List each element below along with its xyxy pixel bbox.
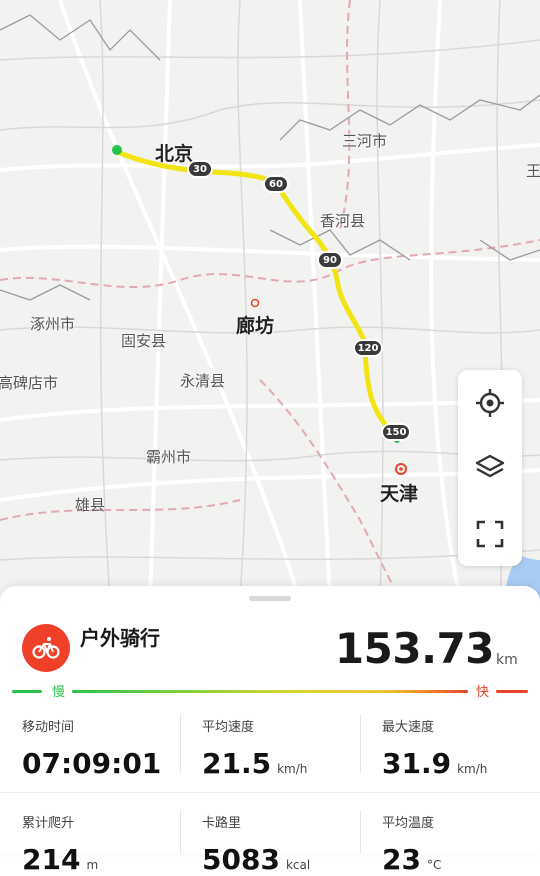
km-marker: 120 xyxy=(353,339,383,357)
stat-value: 5083 xyxy=(202,843,280,876)
city-label: 王 xyxy=(526,162,540,180)
city-label: 永清县 xyxy=(180,372,226,390)
km-marker: 90 xyxy=(317,251,343,269)
km-marker: 150 xyxy=(381,423,411,441)
divider xyxy=(180,810,181,854)
km-marker: 30 xyxy=(187,160,213,178)
fast-label: 快 xyxy=(476,685,490,700)
activity-summary-sheet: 户外骑行 153.73 km 慢 快 移动时间 07:09:01 平均速度 21… xyxy=(0,586,540,876)
stat-label: 移动时间 xyxy=(22,720,75,735)
speed-legend: 慢 快 xyxy=(12,682,528,700)
divider xyxy=(360,810,361,854)
city-label: 天津 xyxy=(380,483,419,505)
stat-max-speed: 最大速度 31.9 km/h xyxy=(382,716,540,780)
stat-unit: km/h xyxy=(277,762,308,776)
fullscreen-icon[interactable] xyxy=(470,514,510,554)
stat-label: 累计爬升 xyxy=(22,816,75,831)
distance-unit: km xyxy=(496,652,518,668)
stat-label: 平均速度 xyxy=(202,720,255,735)
layers-icon[interactable] xyxy=(470,448,510,488)
stat-label: 平均温度 xyxy=(382,816,435,831)
stat-calories: 卡路里 5083 kcal xyxy=(202,812,382,876)
stat-value: 23 xyxy=(382,843,421,876)
city-label: 雄县 xyxy=(75,496,106,514)
stat-unit: km/h xyxy=(457,762,488,776)
city-label: 香河县 xyxy=(320,212,366,230)
activity-type: 户外骑行 xyxy=(80,626,160,650)
total-distance: 153.73 xyxy=(334,624,495,673)
locate-icon[interactable] xyxy=(470,383,510,423)
stat-value: 31.9 xyxy=(382,747,452,780)
stat-value: 21.5 xyxy=(202,747,272,780)
city-label: 涿州市 xyxy=(30,315,76,333)
slow-label: 慢 xyxy=(52,685,66,700)
stat-label: 卡路里 xyxy=(202,816,242,831)
stat-avg-temperature: 平均温度 23 °C xyxy=(382,812,540,876)
stat-unit: °C xyxy=(426,858,442,872)
stat-label: 最大速度 xyxy=(382,720,435,735)
divider xyxy=(360,714,361,772)
stat-unit: m xyxy=(86,858,99,872)
city-label: 固安县 xyxy=(121,332,167,350)
stat-elevation-gain: 累计爬升 214 m xyxy=(22,812,202,876)
city-label: 高碑店市 xyxy=(0,374,59,392)
stat-value: 07:09:01 xyxy=(22,747,162,780)
map-controls xyxy=(458,370,522,566)
divider xyxy=(0,792,540,793)
stat-moving-time: 移动时间 07:09:01 xyxy=(22,716,202,780)
divider xyxy=(180,714,181,772)
bicycle-icon xyxy=(22,624,70,672)
stat-unit: kcal xyxy=(285,858,311,872)
stat-avg-speed: 平均速度 21.5 km/h xyxy=(202,716,382,780)
city-label: 廊坊 xyxy=(236,315,275,337)
city-label: 霸州市 xyxy=(146,448,192,466)
route-map[interactable]: 北京 三河市 王 香河县 涿州市 固安县 廊坊 高碑店市 永清县 霸州市 天津 … xyxy=(0,0,540,600)
city-label: 三河市 xyxy=(342,132,388,150)
drag-handle[interactable] xyxy=(249,596,291,601)
stat-value: 214 xyxy=(22,843,81,876)
city-label: 北京 xyxy=(155,143,194,165)
km-marker: 60 xyxy=(263,175,289,193)
